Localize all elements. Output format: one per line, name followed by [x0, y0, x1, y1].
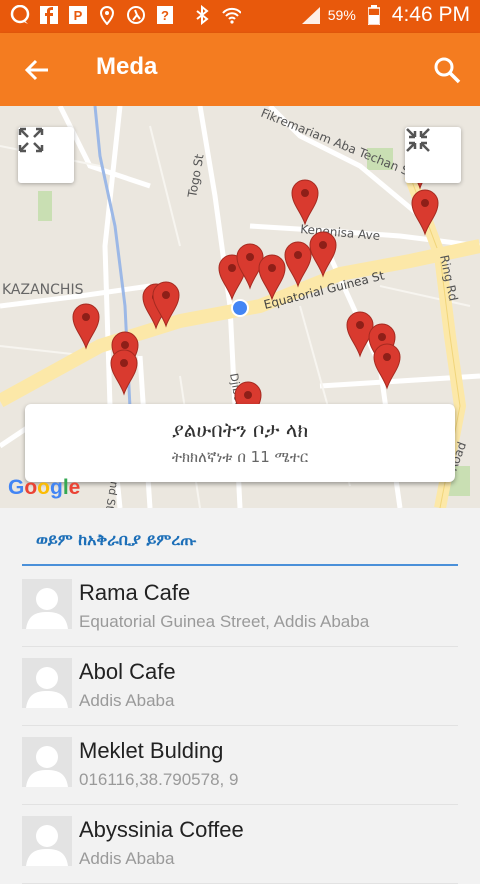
map-pin-icon[interactable]: [284, 241, 312, 288]
map-pin-dot: [319, 241, 327, 249]
back-arrow-icon[interactable]: [22, 55, 52, 85]
bluetooth-icon: [192, 5, 212, 25]
list-item[interactable]: Abyssinia Coffee Addis Ababa: [22, 805, 458, 884]
svg-text:?: ?: [161, 8, 169, 23]
list-item[interactable]: Rama Cafe Equatorial Guinea Street, Addi…: [22, 568, 458, 647]
place-address: Addis Ababa: [79, 849, 175, 868]
map-pin-dot: [421, 199, 429, 207]
page-title: Meda: [96, 53, 158, 80]
area-label-kazanchis: KAZANCHIS: [2, 282, 84, 298]
location-icon: [97, 5, 117, 25]
map-pin-icon[interactable]: [309, 231, 337, 278]
fullscreen-button[interactable]: [18, 127, 74, 183]
places-list: Rama Cafe Equatorial Guinea Street, Addi…: [0, 568, 480, 884]
svg-text:P: P: [74, 8, 83, 23]
map-pin-dot: [356, 321, 364, 329]
list-item[interactable]: Meklet Bulding 016116,38.790578, 9: [22, 726, 458, 805]
street-label-fikremariam: Fikremariam Aba Techan St: [259, 106, 416, 180]
runner-icon: [126, 5, 146, 25]
facebook-icon: [39, 5, 59, 25]
map-pin-dot: [82, 313, 90, 321]
map-pin-dot: [162, 291, 170, 299]
collapse-icon: [406, 128, 430, 152]
place-name: Rama Cafe: [79, 580, 191, 605]
place-address: Addis Ababa: [79, 691, 175, 710]
status-bar: P ? 59% 4:46 PM: [0, 0, 480, 33]
battery-icon: [364, 5, 384, 25]
map-pin-dot: [120, 359, 128, 367]
signal-icon: [300, 5, 320, 25]
map-pin-icon[interactable]: [291, 179, 319, 226]
map-pin-dot: [378, 333, 386, 341]
place-address: 016116,38.790578, 9: [79, 770, 239, 789]
map-pin-dot: [383, 353, 391, 361]
search-icon[interactable]: [432, 55, 462, 85]
current-location-dot: [233, 301, 247, 315]
battery-percentage: 59%: [327, 7, 356, 23]
send-current-location-card[interactable]: ያልሁበትን ቦታ ላክ ትክክለኛነቱ በ 11 ሜተር: [25, 404, 455, 482]
section-divider: [22, 564, 458, 566]
map-pin-icon[interactable]: [110, 349, 138, 396]
app-bar: Meda: [0, 33, 480, 106]
map-pin-dot: [268, 264, 276, 272]
map-view[interactable]: Fikremariam Aba Techan St Togo St Keneni…: [0, 106, 480, 508]
exit-fullscreen-button[interactable]: [405, 127, 461, 183]
street-label-togo: Togo St: [185, 153, 207, 200]
place-avatar: [22, 579, 72, 629]
place-avatar: [22, 816, 72, 866]
p-icon: P: [68, 5, 88, 25]
clock: 4:46 PM: [391, 3, 470, 26]
list-item[interactable]: Abol Cafe Addis Ababa: [22, 647, 458, 726]
map-pin-dot: [301, 189, 309, 197]
map-pin-dot: [244, 391, 252, 399]
accuracy-label: ትክክለኛነቱ በ 11 ሜተር: [171, 448, 309, 466]
google-logo: Google: [8, 476, 81, 499]
question-icon: ?: [155, 5, 175, 25]
place-name: Meklet Bulding: [79, 738, 224, 763]
map-pin-dot: [246, 253, 254, 261]
map-pin-dot: [294, 251, 302, 259]
place-avatar: [22, 658, 72, 708]
expand-icon: [18, 127, 44, 153]
nearby-section-title: ወይም ከአቅራቢያ ይምረጡ: [36, 530, 197, 549]
place-address: Equatorial Guinea Street, Addis Ababa: [79, 612, 370, 631]
wifi-icon: [221, 5, 241, 25]
place-avatar: [22, 737, 72, 787]
place-name: Abyssinia Coffee: [79, 817, 244, 842]
map-pin-dot: [228, 264, 236, 272]
place-name: Abol Cafe: [79, 659, 176, 684]
send-location-label: ያልሁበትን ቦታ ላክ: [171, 418, 309, 442]
map-pin-dot: [121, 341, 129, 349]
chat-icon: [10, 5, 30, 25]
